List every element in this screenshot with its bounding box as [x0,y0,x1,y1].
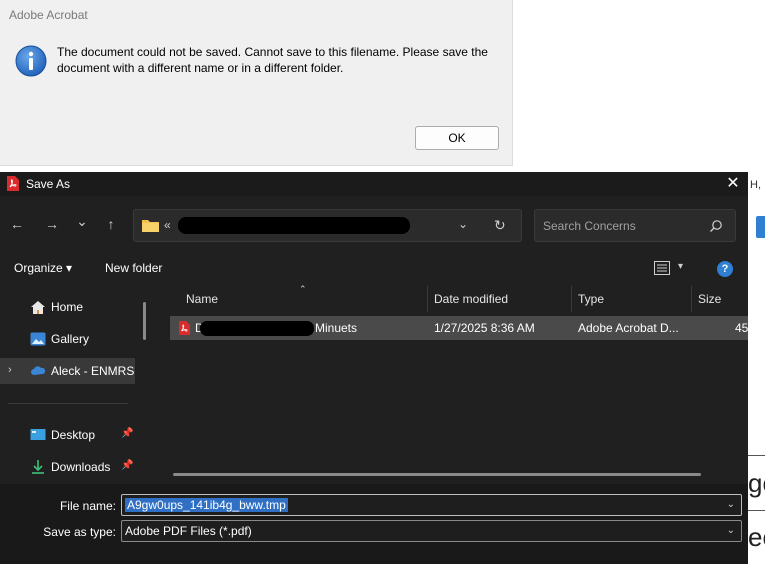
expand-chevron-icon[interactable]: › [8,364,12,376]
sidebar-item-onedrive[interactable]: › Aleck - ENMRSH [0,358,135,384]
sidebar-item-home[interactable]: Home [0,294,135,320]
sort-ascending-icon: ⌃ [299,284,307,294]
view-dropdown-icon[interactable]: ▾ [678,261,683,272]
background-text-fragment: H, I [750,179,765,191]
column-header-size[interactable]: Size [698,292,721,306]
ok-button[interactable]: OK [415,126,499,150]
sidebar-item-desktop[interactable]: Desktop 📌 [0,422,135,448]
recent-locations-button[interactable]: ⌄ [72,211,92,231]
gallery-icon [30,332,46,346]
dialog-title: Save As [26,177,71,191]
sidebar-item-label: Gallery [51,332,90,346]
navigation-row: ← → ⌄ ↑ « ⌄ ↻ Search Concerns [0,204,748,244]
info-icon [15,45,47,77]
sidebar-item-label: Aleck - ENMRSH [51,364,135,378]
background-text-fragment: ec [748,522,765,552]
organize-button[interactable]: Organize ▾ [14,261,72,275]
home-icon [31,301,45,314]
refresh-button[interactable]: ↻ [494,217,506,234]
column-separator[interactable] [691,286,692,312]
pdf-icon [7,176,19,191]
file-name-value: A9gw0ups_141ib4g_bww.tmp [125,498,288,512]
column-header-name[interactable]: Name [186,292,218,306]
background-rule [748,455,765,456]
background-text-fragment: go [748,468,765,498]
acrobat-alert-dialog: Adobe Acrobat The document could not be … [0,0,513,166]
search-icon[interactable] [709,219,723,233]
file-date-modified: 1/27/2025 8:36 AM [434,321,535,335]
save-type-value: Adobe PDF Files (*.pdf) [125,524,252,538]
background-blue-button [756,216,765,238]
background-window: H, I go ec [748,172,765,564]
pin-icon: 📌 [121,428,134,439]
help-icon[interactable]: ? [717,261,733,277]
save-as-dialog: Save As ✕ ← → ⌄ ↑ « ⌄ ↻ Search Concerns [0,172,748,564]
save-type-select[interactable]: Adobe PDF Files (*.pdf) ⌄ [121,520,742,542]
sidebar-item-label: Home [51,300,84,314]
save-type-label: Save as type: [43,525,116,539]
file-size: 45 [735,321,749,335]
command-bar: Organize ▾ New folder ▾ ? [0,252,748,284]
search-box[interactable]: Search Concerns [534,209,736,242]
new-folder-button[interactable]: New folder [105,261,162,275]
address-dropdown-button[interactable]: ⌄ [458,217,468,231]
overflow-chevron-icon[interactable]: « [164,218,171,232]
redacted-file-name [200,321,314,336]
column-separator[interactable] [427,286,428,312]
pin-icon: 📌 [121,460,134,471]
file-type: Adobe Acrobat D... [578,321,679,335]
horizontal-scrollbar[interactable] [173,473,701,476]
pdf-icon [179,321,190,335]
cloud-icon [31,366,46,375]
forward-button[interactable]: → [42,214,62,234]
sidebar-item-gallery[interactable]: Gallery [0,326,135,352]
sidebar-divider [8,403,128,404]
up-button[interactable]: ↑ [101,214,121,234]
desktop-icon [30,429,46,440]
file-name-label: File name: [59,499,116,513]
address-bar[interactable]: « ⌄ ↻ [133,209,522,242]
view-options-icon[interactable] [654,261,670,275]
redacted-path [178,217,410,234]
sidebar-scrollbar[interactable] [143,302,146,340]
file-list: ⌃ Name Date modified Type Size D Minuets… [155,284,748,484]
downloads-icon [32,460,44,474]
save-type-dropdown-icon[interactable]: ⌄ [727,525,735,536]
column-separator[interactable] [571,286,572,312]
alert-title: Adobe Acrobat [9,8,88,22]
file-name-input[interactable]: A9gw0ups_141ib4g_bww.tmp ⌄ [121,494,742,516]
sidebar-item-downloads[interactable]: Downloads 📌 [0,454,135,480]
search-placeholder: Search Concerns [543,219,636,233]
column-header-type[interactable]: Type [578,292,604,306]
folder-icon [142,220,159,232]
navigation-pane: Home Gallery › Aleck - ENMRSH Desktop 📌 … [0,292,155,482]
title-bar: Save As ✕ [0,172,748,196]
close-button[interactable]: ✕ [722,172,744,196]
column-header-date-modified[interactable]: Date modified [434,292,508,306]
background-rule [748,510,765,511]
back-button[interactable]: ← [7,214,27,234]
alert-message: The document could not be saved. Cannot … [57,45,488,75]
save-form: File name: A9gw0ups_141ib4g_bww.tmp ⌄ Sa… [0,484,748,564]
screen: H, I go ec Adobe Acrobat The document co… [0,0,765,564]
file-row[interactable]: D Minuets 1/27/2025 8:36 AM Adobe Acroba… [170,316,748,340]
file-name-suffix: Minuets [315,321,358,335]
file-name-dropdown-icon[interactable]: ⌄ [727,499,735,510]
